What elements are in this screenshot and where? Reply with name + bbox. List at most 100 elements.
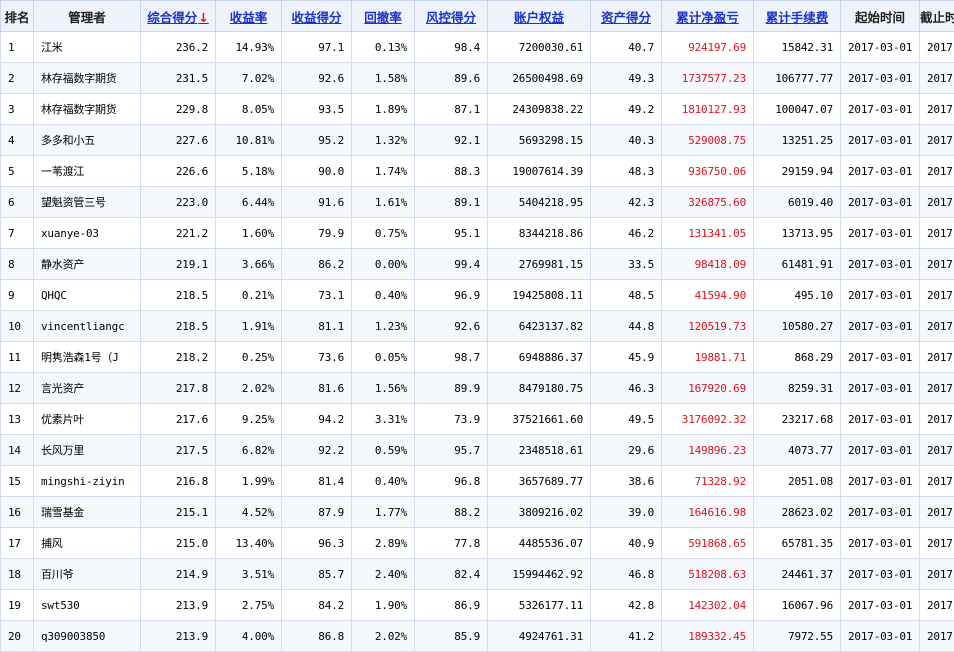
cell-score: 221.2 — [141, 218, 216, 249]
cell-return-score: 91.6 — [282, 187, 352, 218]
cell-drawdown: 0.05% — [352, 342, 415, 373]
header-asset-score[interactable]: 资产得分 — [591, 1, 662, 32]
cell-net-pnl: 529008.75 — [662, 125, 754, 156]
cell-rank: 9 — [1, 280, 34, 311]
cell-net-pnl: 1737577.23 — [662, 63, 754, 94]
cell-risk-score: 95.1 — [415, 218, 488, 249]
cell-manager[interactable]: q309003850 — [34, 621, 141, 652]
cell-risk-score: 98.4 — [415, 32, 488, 63]
cell-manager[interactable]: 林存福数字期货 — [34, 63, 141, 94]
cell-asset-score: 33.5 — [591, 249, 662, 280]
cell-net-pnl: 1810127.93 — [662, 94, 754, 125]
cell-drawdown: 1.58% — [352, 63, 415, 94]
cell-return-rate: 7.02% — [216, 63, 282, 94]
cell-risk-score: 95.7 — [415, 435, 488, 466]
cell-end-time: 2017-03-17 — [920, 218, 954, 249]
cell-manager[interactable]: 江米 — [34, 32, 141, 63]
header-fees[interactable]: 累计手续费 — [754, 1, 841, 32]
cell-risk-score: 99.4 — [415, 249, 488, 280]
cell-rank: 6 — [1, 187, 34, 218]
cell-manager[interactable]: 林存福数字期货 — [34, 94, 141, 125]
ranking-table: 排名 管理者 综合得分↓ 收益率 收益得分 回撤率 风控得分 账户权益 资产得分… — [0, 0, 954, 652]
cell-score: 214.9 — [141, 559, 216, 590]
cell-manager[interactable]: mingshi-ziyin — [34, 466, 141, 497]
cell-equity: 15994462.92 — [488, 559, 591, 590]
cell-manager[interactable]: 一苇渡江 — [34, 156, 141, 187]
cell-manager[interactable]: 多多和小五 — [34, 125, 141, 156]
cell-manager[interactable]: swt530 — [34, 590, 141, 621]
cell-start-time: 2017-03-01 — [841, 156, 920, 187]
cell-asset-score: 49.3 — [591, 63, 662, 94]
cell-fees: 10580.27 — [754, 311, 841, 342]
header-risk-score[interactable]: 风控得分 — [415, 1, 488, 32]
header-net-pnl[interactable]: 累计净盈亏 — [662, 1, 754, 32]
cell-asset-score: 41.2 — [591, 621, 662, 652]
cell-drawdown: 2.40% — [352, 559, 415, 590]
header-drawdown[interactable]: 回撤率 — [352, 1, 415, 32]
cell-return-score: 94.2 — [282, 404, 352, 435]
cell-manager[interactable]: 望魁资管三号 — [34, 187, 141, 218]
cell-net-pnl: 164616.98 — [662, 497, 754, 528]
cell-asset-score: 38.6 — [591, 466, 662, 497]
header-score[interactable]: 综合得分↓ — [141, 1, 216, 32]
cell-manager[interactable]: vincentliangc — [34, 311, 141, 342]
cell-fees: 13713.95 — [754, 218, 841, 249]
cell-end-time: 2017-03-17 — [920, 63, 954, 94]
cell-end-time: 2017-03-17 — [920, 125, 954, 156]
cell-end-time: 2017-03-17 — [920, 342, 954, 373]
cell-score: 236.2 — [141, 32, 216, 63]
cell-rank: 8 — [1, 249, 34, 280]
cell-equity: 5693298.15 — [488, 125, 591, 156]
cell-risk-score: 87.1 — [415, 94, 488, 125]
cell-manager[interactable]: 瑞雪基金 — [34, 497, 141, 528]
cell-score: 216.8 — [141, 466, 216, 497]
header-return-score[interactable]: 收益得分 — [282, 1, 352, 32]
cell-manager[interactable]: 长风万里 — [34, 435, 141, 466]
cell-asset-score: 49.5 — [591, 404, 662, 435]
cell-fees: 100047.07 — [754, 94, 841, 125]
cell-asset-score: 39.0 — [591, 497, 662, 528]
cell-fees: 6019.40 — [754, 187, 841, 218]
cell-rank: 14 — [1, 435, 34, 466]
cell-risk-score: 86.9 — [415, 590, 488, 621]
sort-desc-icon: ↓ — [198, 10, 208, 25]
cell-return-rate: 1.99% — [216, 466, 282, 497]
cell-manager[interactable]: 言光资产 — [34, 373, 141, 404]
cell-drawdown: 1.32% — [352, 125, 415, 156]
cell-equity: 8344218.86 — [488, 218, 591, 249]
cell-end-time: 2017-03-17 — [920, 156, 954, 187]
cell-net-pnl: 142302.04 — [662, 590, 754, 621]
cell-return-rate: 10.81% — [216, 125, 282, 156]
cell-start-time: 2017-03-01 — [841, 404, 920, 435]
cell-equity: 24309838.22 — [488, 94, 591, 125]
cell-drawdown: 1.90% — [352, 590, 415, 621]
cell-fees: 13251.25 — [754, 125, 841, 156]
cell-manager[interactable]: 静水资产 — [34, 249, 141, 280]
cell-end-time: 2017-03-17 — [920, 528, 954, 559]
cell-rank: 3 — [1, 94, 34, 125]
table-row: 6望魁资管三号223.06.44%91.61.61%89.15404218.95… — [1, 187, 954, 218]
cell-end-time: 2017-03-17 — [920, 249, 954, 280]
cell-manager[interactable]: 百川爷 — [34, 559, 141, 590]
cell-net-pnl: 41594.90 — [662, 280, 754, 311]
cell-score: 227.6 — [141, 125, 216, 156]
header-equity[interactable]: 账户权益 — [488, 1, 591, 32]
cell-return-score: 73.1 — [282, 280, 352, 311]
cell-risk-score: 88.2 — [415, 497, 488, 528]
cell-return-score: 86.2 — [282, 249, 352, 280]
cell-score: 215.0 — [141, 528, 216, 559]
cell-manager[interactable]: QHQC — [34, 280, 141, 311]
header-return-rate[interactable]: 收益率 — [216, 1, 282, 32]
cell-manager[interactable]: 明隽浩森1号（J — [34, 342, 141, 373]
cell-end-time: 2017-03-17 — [920, 559, 954, 590]
cell-manager[interactable]: 捕风 — [34, 528, 141, 559]
cell-fees: 495.10 — [754, 280, 841, 311]
cell-score: 217.6 — [141, 404, 216, 435]
cell-rank: 20 — [1, 621, 34, 652]
cell-rank: 4 — [1, 125, 34, 156]
cell-net-pnl: 98418.09 — [662, 249, 754, 280]
header-rank: 排名 — [1, 1, 34, 32]
cell-return-rate: 2.02% — [216, 373, 282, 404]
cell-manager[interactable]: xuanye-03 — [34, 218, 141, 249]
cell-manager[interactable]: 优素片叶 — [34, 404, 141, 435]
